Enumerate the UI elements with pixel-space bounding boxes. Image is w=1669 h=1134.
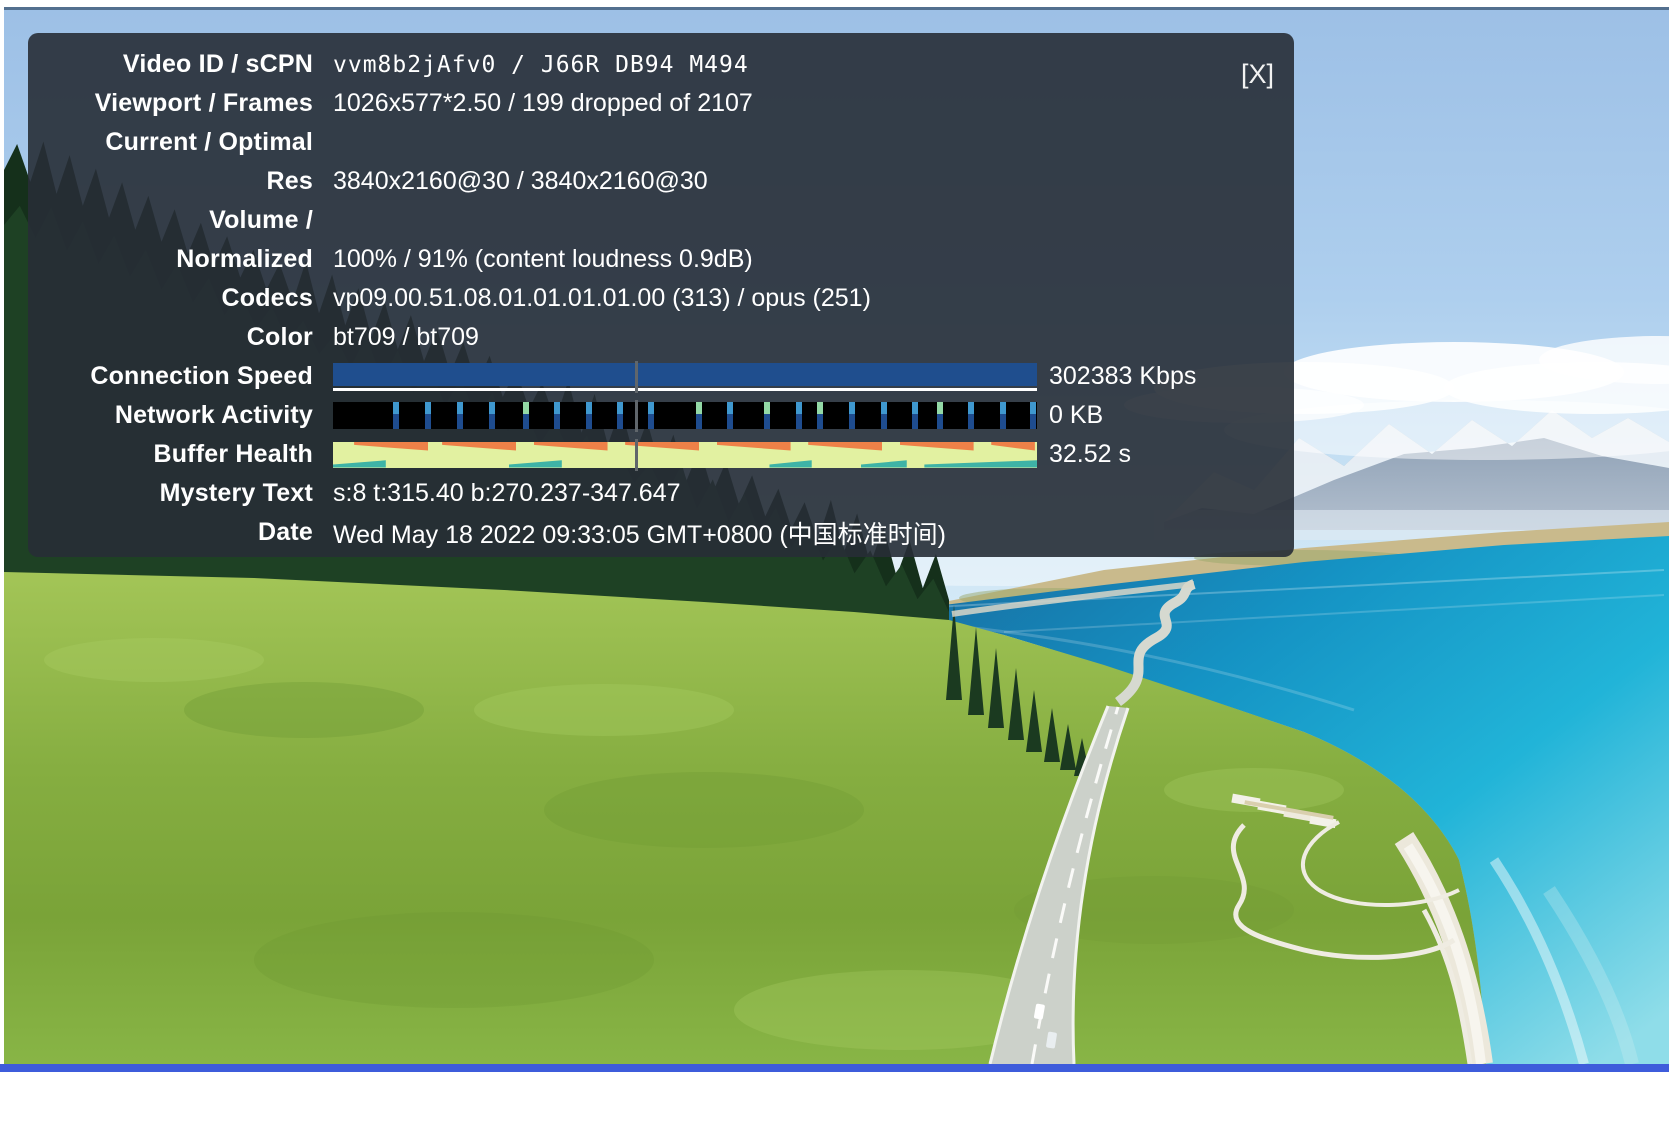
buffer-health-graph xyxy=(333,441,1037,468)
buffer-teal-segment xyxy=(769,460,812,468)
connection-speed-underline xyxy=(333,387,1037,391)
stats-row-buffer-health: Buffer Health 32.52 s xyxy=(28,435,1294,474)
network-stripe xyxy=(849,401,856,429)
row-label: Color xyxy=(246,323,313,351)
network-stripe xyxy=(392,401,399,429)
row-label: Normalized xyxy=(176,245,313,273)
buffer-orange-segment xyxy=(991,441,1035,451)
stats-row-connection-speed: Connection Speed 302383 Kbps xyxy=(28,357,1294,396)
stats-for-nerds-panel: [X] Video ID / sCPN vvm8b2jAfv0 / J66R D… xyxy=(28,33,1294,557)
row-value: s:8 t:315.40 b:270.237-347.647 xyxy=(333,479,681,507)
video-player[interactable]: [X] Video ID / sCPN vvm8b2jAfv0 / J66R D… xyxy=(4,10,1669,1064)
row-label: Date xyxy=(258,518,313,546)
row-value: 32.52 s xyxy=(1049,440,1132,468)
network-stripe xyxy=(968,401,974,429)
row-label: Video ID / sCPN xyxy=(122,50,313,78)
buffer-health-bar xyxy=(333,438,1037,471)
stats-row-network-activity: Network Activity 0 KB xyxy=(28,396,1294,435)
stats-row-date: Date Wed May 18 2022 09:33:05 GMT+0800 (… xyxy=(28,513,1294,552)
row-value: vp09.00.51.08.01.01.01.01.00 (313) / opu… xyxy=(333,284,871,312)
stats-row-res: Res 3840x2160@30 / 3840x2160@30 xyxy=(28,162,1294,201)
network-stripe xyxy=(585,401,592,429)
network-stripe xyxy=(727,401,734,429)
network-stripe xyxy=(817,401,824,429)
playhead-marker xyxy=(634,399,638,432)
playhead-marker xyxy=(634,438,638,471)
buffer-orange-segment xyxy=(899,441,974,451)
network-stripe xyxy=(554,401,561,429)
buffer-orange-segment xyxy=(533,441,608,451)
network-stripe xyxy=(880,401,887,429)
row-value: 0 KB xyxy=(1049,401,1104,429)
network-stripe xyxy=(617,401,624,429)
network-stripe xyxy=(425,401,432,429)
row-value: Wed May 18 2022 09:33:05 GMT+0800 (中国标准时… xyxy=(333,520,947,549)
row-label: Codecs xyxy=(221,284,313,312)
stats-row-codecs: Codecs vp09.00.51.08.01.01.01.01.00 (313… xyxy=(28,279,1294,318)
network-stripe xyxy=(523,401,530,429)
video-progress-bar[interactable] xyxy=(0,1064,1669,1072)
stats-row-color: Color bt709 / bt709 xyxy=(28,318,1294,357)
stats-row-volume: Volume / xyxy=(28,201,1294,240)
buffer-teal-segment xyxy=(509,460,562,468)
row-label: Current / Optimal xyxy=(105,128,313,156)
network-activity-bar xyxy=(333,399,1037,432)
row-value: 1026x577*2.50 / 199 dropped of 2107 xyxy=(333,89,753,117)
network-stripe xyxy=(937,401,944,429)
row-label: Volume / xyxy=(209,206,313,234)
network-stripe xyxy=(489,401,496,429)
network-stripe xyxy=(648,401,655,429)
network-stripe xyxy=(1029,401,1036,429)
playhead-marker xyxy=(634,360,638,393)
connection-speed-fill xyxy=(333,362,1037,386)
network-stripe xyxy=(456,401,463,429)
row-label: Mystery Text xyxy=(159,479,313,507)
row-label: Buffer Health xyxy=(153,440,313,468)
buffer-orange-segment xyxy=(354,441,429,451)
row-value: vvm8b2jAfv0 / J66R DB94 M494 xyxy=(333,51,749,78)
buffer-teal-segment xyxy=(861,460,907,468)
row-label: Res xyxy=(266,167,313,195)
close-button[interactable]: [X] xyxy=(1241,59,1274,90)
network-activity-graph xyxy=(333,401,1037,429)
row-value: 100% / 91% (content loudness 0.9dB) xyxy=(333,245,753,273)
row-label: Network Activity xyxy=(114,401,313,429)
buffer-orange-segment xyxy=(442,441,517,451)
row-value: bt709 / bt709 xyxy=(333,323,479,351)
stats-row-normalized: Normalized 100% / 91% (content loudness … xyxy=(28,240,1294,279)
buffer-orange-segment xyxy=(716,441,791,451)
network-stripe xyxy=(999,401,1006,429)
connection-speed-bar xyxy=(333,360,1037,393)
stats-row-mystery-text: Mystery Text s:8 t:315.40 b:270.237-347.… xyxy=(28,474,1294,513)
network-stripe xyxy=(796,401,803,429)
buffer-orange-segment xyxy=(808,441,883,451)
network-stripe xyxy=(695,401,702,429)
row-label: Connection Speed xyxy=(90,362,313,390)
row-value: 3840x2160@30 / 3840x2160@30 xyxy=(333,167,708,195)
stats-row-viewport: Viewport / Frames 1026x577*2.50 / 199 dr… xyxy=(28,84,1294,123)
stats-row-video-id: Video ID / sCPN vvm8b2jAfv0 / J66R DB94 … xyxy=(28,45,1294,84)
buffer-teal-segment xyxy=(924,460,1037,468)
row-value: 302383 Kbps xyxy=(1049,362,1197,390)
network-stripe xyxy=(911,401,918,429)
buffer-teal-segment xyxy=(333,460,386,468)
stats-row-current-optimal: Current / Optimal xyxy=(28,123,1294,162)
network-stripe xyxy=(763,401,770,429)
row-label: Viewport / Frames xyxy=(94,89,313,117)
